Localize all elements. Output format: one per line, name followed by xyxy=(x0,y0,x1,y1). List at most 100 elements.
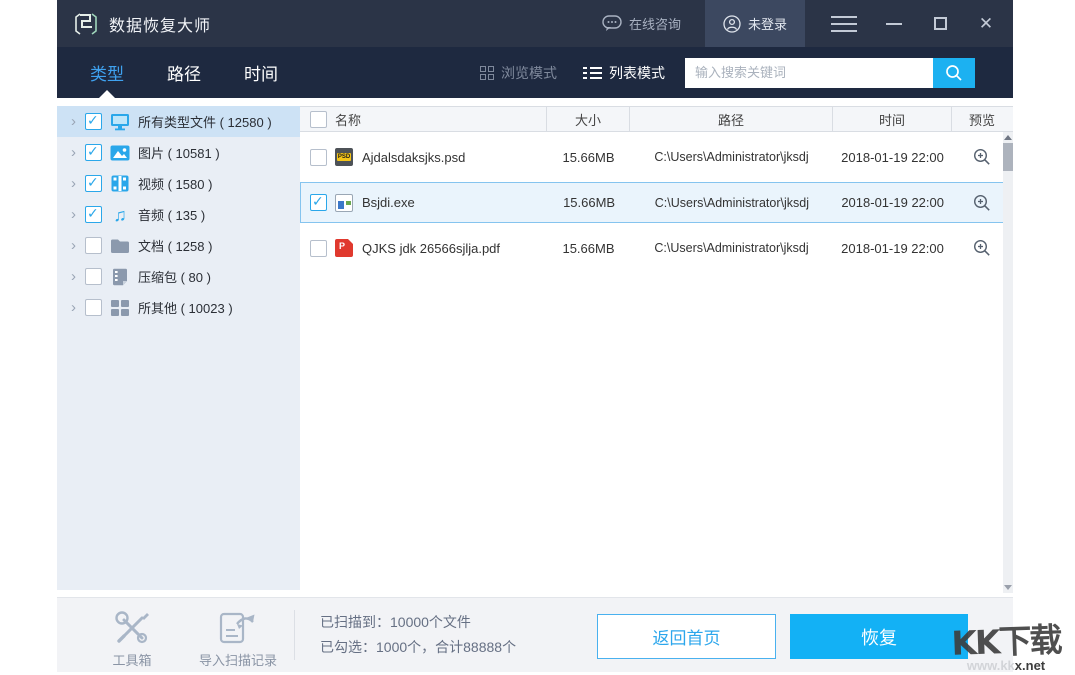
scroll-up-arrow[interactable] xyxy=(1004,135,1012,140)
preview-zoom-icon[interactable] xyxy=(973,148,991,166)
user-icon xyxy=(723,15,741,33)
other-grid-icon xyxy=(110,299,130,317)
sidebar-item-audio[interactable]: › ♫ 音频 ( 135 ) xyxy=(57,199,300,230)
chat-bubble-icon xyxy=(602,15,622,32)
checkbox[interactable] xyxy=(85,268,102,285)
recover-button[interactable]: 恢复 xyxy=(790,614,968,659)
chevron-right-icon[interactable]: › xyxy=(71,237,85,254)
sidebar-item-all-types[interactable]: › 所有类型文件 ( 12580 ) xyxy=(57,106,300,137)
login-status-label: 未登录 xyxy=(748,14,787,33)
file-time: 2018-01-19 22:00 xyxy=(833,241,952,256)
search-button[interactable] xyxy=(933,58,975,88)
file-size: 15.66MB xyxy=(548,195,631,210)
sidebar-item-documents[interactable]: › 文档 ( 1258 ) xyxy=(57,230,300,261)
file-time: 2018-01-19 22:00 xyxy=(833,195,952,210)
import-scan-records-button[interactable]: 导入扫描记录 xyxy=(183,606,293,669)
checkbox[interactable] xyxy=(85,175,102,192)
file-name: Ajdalsdaksjks.psd xyxy=(362,150,465,165)
preview-zoom-icon[interactable] xyxy=(973,194,991,212)
file-time: 2018-01-19 22:00 xyxy=(833,150,952,165)
minimize-button[interactable] xyxy=(881,11,907,37)
search-input[interactable] xyxy=(685,58,933,88)
sidebar-item-videos[interactable]: › 视频 ( 1580 ) xyxy=(57,168,300,199)
sidebar-item-archives[interactable]: › 压缩包 ( 80 ) xyxy=(57,261,300,292)
tab-type[interactable]: 类型 xyxy=(90,60,124,85)
monitor-icon xyxy=(110,113,130,131)
scrollbar-thumb[interactable] xyxy=(1003,143,1013,171)
title-bar: 数据恢复大师 在线咨询 未登录 ✕ xyxy=(57,0,1013,47)
chevron-right-icon[interactable]: › xyxy=(71,206,85,223)
file-table: 名称 大小 路径 时间 预览 PSD Ajdalsdaksjks.psd 15.… xyxy=(300,98,1013,593)
menu-button[interactable] xyxy=(827,12,861,36)
minimize-icon xyxy=(886,23,902,25)
sidebar-item-others[interactable]: › 所其他 ( 10023 ) xyxy=(57,292,300,323)
close-button[interactable]: ✕ xyxy=(973,11,999,37)
table-row[interactable]: QJKS jdk 26566sjlja.pdf 15.66MB C:\Users… xyxy=(300,228,1013,268)
toolbox-icon xyxy=(87,606,177,646)
chevron-right-icon[interactable]: › xyxy=(71,268,85,285)
list-mode-label: 列表模式 xyxy=(609,63,665,83)
table-row[interactable]: PSD Ajdalsdaksjks.psd 15.66MB C:\Users\A… xyxy=(300,137,1013,177)
chevron-right-icon[interactable]: › xyxy=(71,175,85,192)
chevron-right-icon[interactable]: › xyxy=(71,144,85,161)
column-path: 路径 xyxy=(630,107,833,131)
active-tab-indicator xyxy=(99,90,115,98)
column-size: 大小 xyxy=(547,107,630,131)
row-checkbox[interactable] xyxy=(310,194,327,211)
chevron-right-icon[interactable]: › xyxy=(71,299,85,316)
file-path: C:\Users\Administrator\jksdj xyxy=(630,241,833,255)
column-preview: 预览 xyxy=(952,107,1012,131)
online-service-label: 在线咨询 xyxy=(629,14,681,33)
file-path: C:\Users\Administrator\jksdj xyxy=(630,150,833,164)
preview-zoom-icon[interactable] xyxy=(973,239,991,257)
back-home-button[interactable]: 返回首页 xyxy=(597,614,776,659)
checkbox[interactable] xyxy=(85,113,102,130)
browse-mode-button[interactable]: 浏览模式 xyxy=(480,63,557,83)
browse-mode-label: 浏览模式 xyxy=(501,63,557,83)
online-service-button[interactable]: 在线咨询 xyxy=(602,14,681,33)
sidebar-item-label: 所其他 ( 10023 ) xyxy=(138,298,233,317)
file-type-sidebar: › 所有类型文件 ( 12580 ) › 图片 ( 10581 ) › xyxy=(57,106,300,590)
sidebar-item-images[interactable]: › 图片 ( 10581 ) xyxy=(57,137,300,168)
file-path: C:\Users\Administrator\jksdj xyxy=(631,196,834,210)
selected-count: 已勾选：1000个，合计88888个 xyxy=(320,635,516,660)
file-name: Bsjdi.exe xyxy=(362,195,415,210)
nav-bar: 类型 路径 时间 浏览模式 列表模式 xyxy=(57,47,1013,98)
video-icon xyxy=(110,175,130,193)
vertical-scrollbar[interactable] xyxy=(1003,132,1013,593)
maximize-button[interactable] xyxy=(927,11,953,37)
sidebar-item-label: 视频 ( 1580 ) xyxy=(138,174,212,193)
login-status-button[interactable]: 未登录 xyxy=(705,0,805,47)
archive-zip-icon xyxy=(110,268,130,286)
row-checkbox[interactable] xyxy=(310,240,327,257)
image-icon xyxy=(110,144,130,162)
checkbox[interactable] xyxy=(85,206,102,223)
app-logo-icon xyxy=(73,11,99,37)
toolbox-button[interactable]: 工具箱 xyxy=(87,606,177,669)
column-name: 名称 xyxy=(335,110,361,129)
exe-file-icon xyxy=(335,194,353,212)
pdf-file-icon xyxy=(335,239,353,257)
row-checkbox[interactable] xyxy=(310,149,327,166)
file-size: 15.66MB xyxy=(547,150,630,165)
tab-path[interactable]: 路径 xyxy=(167,60,201,85)
list-mode-button[interactable]: 列表模式 xyxy=(583,63,665,83)
table-row[interactable]: Bsjdi.exe 15.66MB C:\Users\Administrator… xyxy=(300,182,1013,223)
scanned-count: 已扫描到：10000个文件 xyxy=(320,610,516,635)
footer-bar: 工具箱 导入扫描记录 已扫描到：10000个文件 已勾选：1000个，合计888… xyxy=(57,597,1013,672)
search-bar xyxy=(685,58,975,88)
file-size: 15.66MB xyxy=(547,241,630,256)
music-icon: ♫ xyxy=(110,206,130,224)
app-window: 数据恢复大师 在线咨询 未登录 ✕ 类型 路径 时间 xyxy=(57,0,1013,672)
app-title: 数据恢复大师 xyxy=(109,12,211,36)
chevron-right-icon[interactable]: › xyxy=(71,113,85,130)
document-folder-icon xyxy=(110,237,130,255)
checkbox[interactable] xyxy=(85,299,102,316)
checkbox[interactable] xyxy=(85,144,102,161)
select-all-checkbox[interactable] xyxy=(310,111,327,128)
column-time: 时间 xyxy=(833,107,952,131)
checkbox[interactable] xyxy=(85,237,102,254)
scroll-down-arrow[interactable] xyxy=(1004,585,1012,590)
tab-time[interactable]: 时间 xyxy=(244,60,278,85)
main-area: › 所有类型文件 ( 12580 ) › 图片 ( 10581 ) › xyxy=(57,98,1013,593)
